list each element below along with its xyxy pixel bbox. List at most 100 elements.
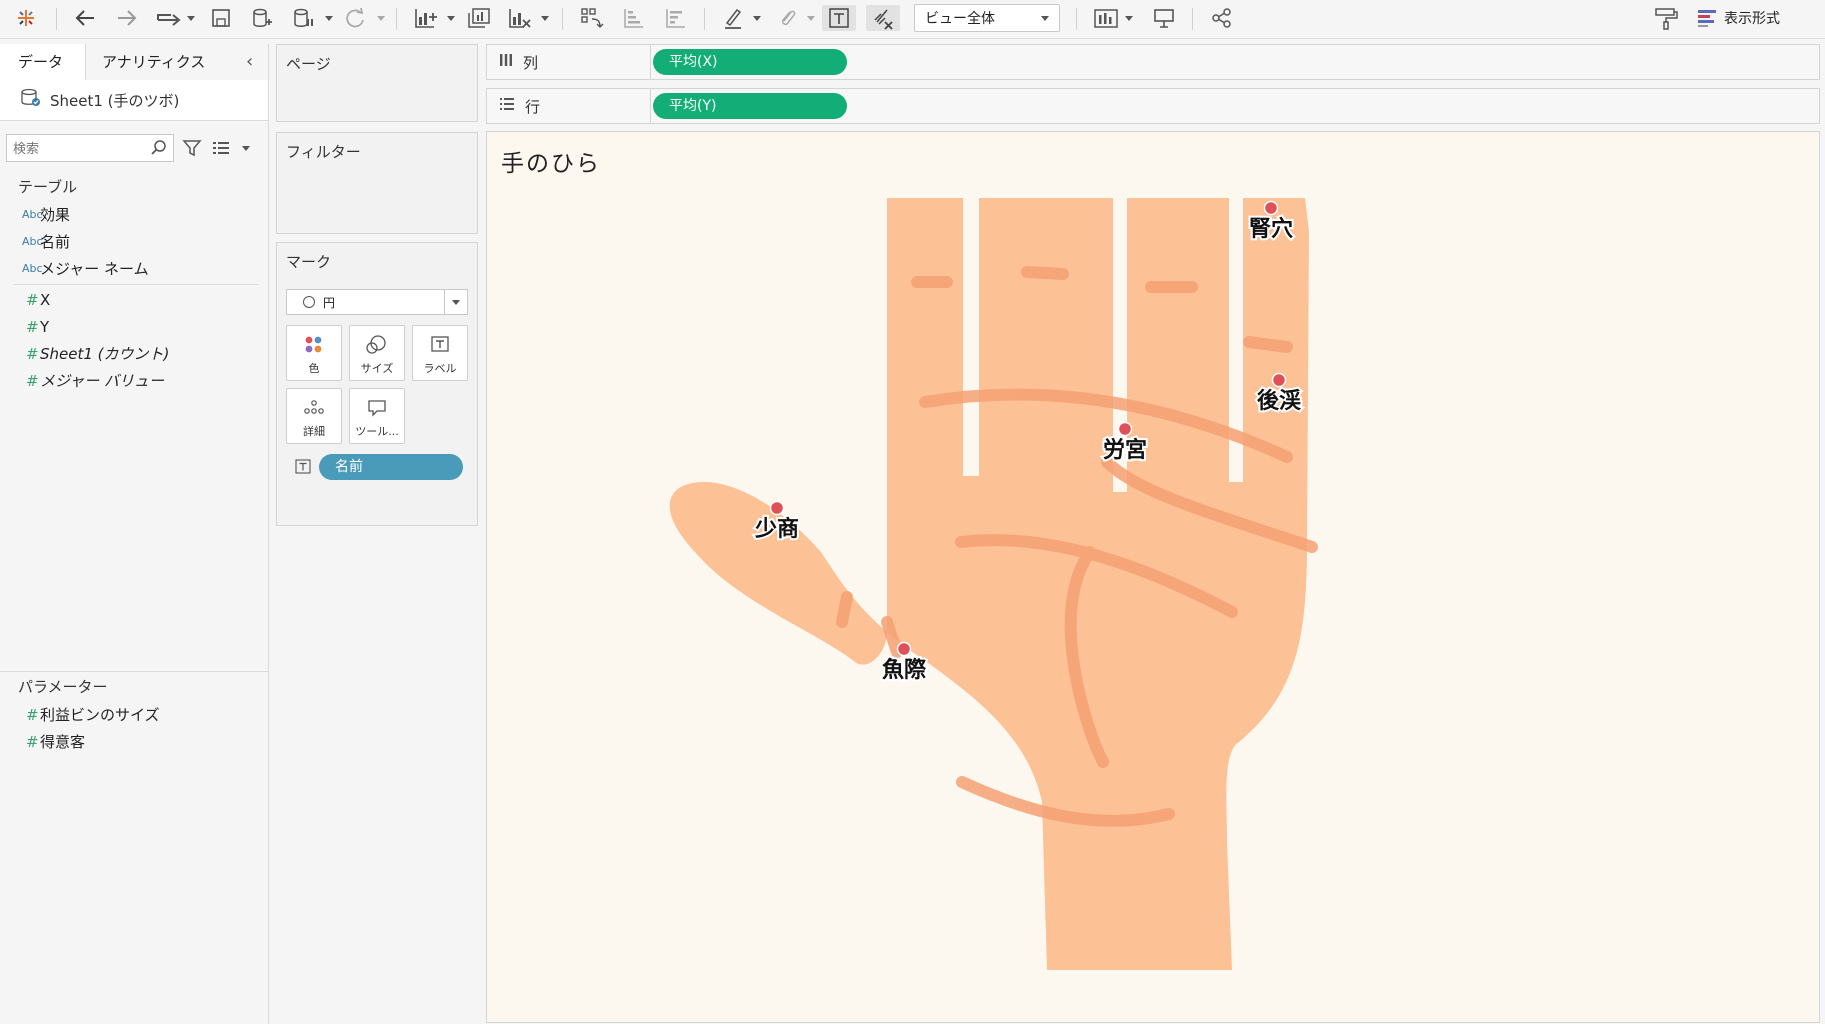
data-pane-tabs: データ アナリティクス ‹	[0, 44, 268, 81]
sort-descending-icon[interactable]	[662, 5, 690, 31]
tab-analytics[interactable]: アナリティクス	[102, 44, 242, 80]
swap-rows-columns-icon[interactable]	[578, 5, 606, 31]
size-button[interactable]: サイズ	[349, 325, 405, 381]
pause-dropdown-icon[interactable]	[324, 5, 334, 31]
field-measure[interactable]: # メジャー バリュー	[0, 368, 260, 394]
detail-button[interactable]: 詳細	[286, 388, 342, 444]
save-icon[interactable]	[208, 5, 234, 31]
label-button[interactable]: ラベル	[412, 325, 468, 381]
label-button-label: ラベル	[423, 362, 457, 375]
fit-view-select[interactable]: ビュー全体	[914, 4, 1060, 32]
field-dimension[interactable]: Abc 効果	[0, 202, 260, 228]
replay-icon[interactable]	[154, 5, 184, 31]
number-type-icon: #	[26, 291, 39, 309]
new-worksheet-icon[interactable]	[412, 5, 440, 31]
paint-format-icon[interactable]	[1652, 5, 1680, 31]
group-dropdown-icon[interactable]	[806, 5, 816, 31]
columns-shelf: 列 平均(X)	[486, 44, 1820, 80]
rows-shelf: 行 平均(Y)	[486, 88, 1820, 124]
view-list-icon[interactable]	[212, 140, 230, 160]
field-name: メジャー ネーム	[40, 260, 149, 278]
acupoint-dot[interactable]	[1263, 200, 1279, 216]
parameter-item[interactable]: # 得意客	[0, 729, 260, 755]
duplicate-sheet-icon[interactable]	[465, 5, 493, 31]
show-cards-dropdown-icon[interactable]	[1124, 5, 1134, 31]
field-measure[interactable]: # X	[0, 287, 260, 313]
size-button-label: サイズ	[360, 362, 394, 375]
parameter-name: 得意客	[40, 733, 86, 751]
format-icon	[1698, 9, 1718, 27]
view-list-dropdown-icon[interactable]	[242, 146, 250, 151]
search-icon[interactable]	[151, 140, 167, 160]
show-cards-icon[interactable]	[1092, 5, 1122, 31]
divider	[14, 284, 258, 285]
field-name: Sheet1 (カウント)	[40, 345, 170, 363]
number-type-icon: #	[26, 733, 39, 751]
number-type-icon: #	[26, 345, 39, 363]
acupoint-label: 腎穴	[1249, 216, 1293, 242]
field-dimension[interactable]: Abc 名前	[0, 229, 260, 255]
datasource-row[interactable]: Sheet1 (手のツボ)	[0, 80, 268, 121]
acupoint-dot[interactable]	[896, 641, 912, 657]
field-name: 効果	[40, 206, 71, 224]
clear-sheet-dropdown-icon[interactable]	[540, 5, 550, 31]
mark-type-select[interactable]: 円	[286, 289, 468, 315]
acupoint-label: 少商	[754, 516, 799, 542]
mark-type-value: 円	[323, 295, 336, 310]
highlight-dropdown-icon[interactable]	[752, 5, 762, 31]
replay-dropdown-icon[interactable]	[186, 5, 196, 31]
field-dimension[interactable]: Abc メジャー ネーム	[0, 256, 260, 282]
acupoint-dot[interactable]	[1271, 372, 1287, 388]
search-input[interactable]	[11, 138, 145, 160]
fix-axes-icon[interactable]	[866, 5, 900, 31]
chevron-down-icon	[1041, 15, 1049, 21]
refresh-dropdown-icon[interactable]	[376, 5, 386, 31]
field-measure[interactable]: # Y	[0, 314, 260, 340]
tooltip-button[interactable]: ツール...	[349, 388, 405, 444]
acupoint-dot[interactable]	[769, 500, 785, 516]
size-icon	[350, 335, 404, 355]
rows-pill[interactable]: 平均(Y)	[653, 93, 847, 119]
field-measure[interactable]: # Sheet1 (カウント)	[0, 341, 260, 367]
palm-hand-image	[669, 192, 1318, 970]
sort-ascending-icon[interactable]	[620, 5, 648, 31]
pause-updates-icon[interactable]	[291, 5, 315, 31]
pages-card-title: ページ	[286, 55, 331, 73]
clear-sheet-icon[interactable]	[506, 5, 534, 31]
format-button[interactable]: 表示形式	[1698, 5, 1798, 31]
pages-card[interactable]: ページ	[276, 44, 478, 122]
viz-canvas[interactable]: 手のひら 腎穴 後渓 労宮 少商 魚際	[486, 131, 1820, 1023]
group-members-icon[interactable]	[774, 5, 800, 31]
new-worksheet-dropdown-icon[interactable]	[446, 5, 456, 31]
parameter-item[interactable]: # 利益ビンのサイズ	[0, 702, 260, 728]
collapse-pane-icon[interactable]: ‹	[246, 44, 264, 80]
fit-view-select-value: ビュー全体	[925, 11, 995, 27]
filter-fields-icon[interactable]	[182, 138, 202, 162]
acupoint-label: 魚際	[882, 657, 927, 683]
label-field-icon	[295, 459, 311, 475]
toolbar: ビュー全体 表示形式	[0, 0, 1825, 39]
columns-icon	[499, 53, 513, 71]
string-type-icon: Abc	[22, 235, 43, 248]
highlight-icon[interactable]	[720, 5, 746, 31]
new-datasource-icon[interactable]	[249, 5, 275, 31]
show-mark-labels-icon[interactable]	[822, 5, 856, 31]
refresh-icon[interactable]	[342, 5, 368, 31]
chevron-down-icon	[444, 290, 467, 314]
tableau-logo-icon[interactable]	[12, 5, 40, 31]
redo-icon[interactable]	[114, 5, 140, 31]
color-button[interactable]: 色	[286, 325, 342, 381]
filters-card[interactable]: フィルター	[276, 132, 478, 234]
parameters-heading: パラメーター	[18, 678, 108, 696]
presentation-mode-icon[interactable]	[1150, 5, 1178, 31]
rows-label-text: 行	[525, 97, 541, 116]
field-name: Y	[40, 318, 50, 336]
marks-card-title: マーク	[286, 253, 332, 271]
undo-icon[interactable]	[72, 5, 98, 31]
columns-pill[interactable]: 平均(X)	[653, 49, 847, 75]
share-icon[interactable]	[1208, 5, 1236, 31]
hand-plot: 腎穴後渓労宮少商魚際	[669, 192, 1318, 970]
acupoint-dot[interactable]	[1117, 421, 1133, 437]
tab-data[interactable]: データ	[0, 44, 86, 80]
label-name-pill[interactable]: 名前	[319, 454, 463, 480]
